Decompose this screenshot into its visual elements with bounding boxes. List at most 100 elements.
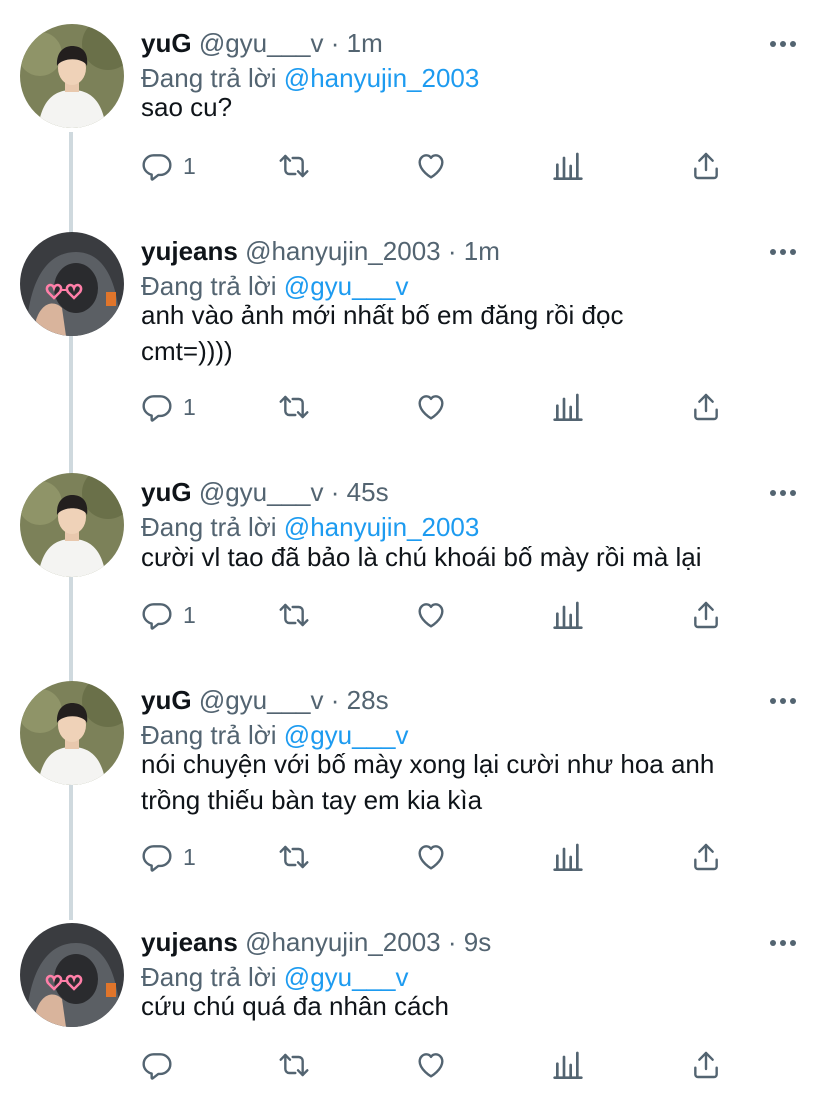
reply-count: 1 <box>183 393 196 420</box>
timestamp[interactable]: 28s <box>347 685 389 715</box>
more-icon[interactable] <box>770 487 804 499</box>
reply-button[interactable]: 1 <box>141 148 196 184</box>
share-button[interactable] <box>690 597 722 633</box>
tweet-actions <box>141 1047 781 1083</box>
reply-icon <box>141 599 173 631</box>
reply-button[interactable]: 1 <box>141 597 196 633</box>
analytics-button[interactable] <box>552 839 584 875</box>
reply-count: 1 <box>183 601 196 628</box>
reply-count: 1 <box>183 152 196 179</box>
separator: · <box>330 28 340 58</box>
display-name[interactable]: yuG <box>141 28 192 58</box>
tweet-text-line: cứu chú quá đa nhân cách <box>141 991 449 1021</box>
timestamp[interactable]: 9s <box>464 927 491 957</box>
more-icon[interactable] <box>770 38 804 50</box>
separator: · <box>330 685 340 715</box>
analytics-button[interactable] <box>552 1047 584 1083</box>
tweet-header: yujeans @hanyujin_2003 · 1m <box>141 236 500 266</box>
heart-icon <box>415 841 447 873</box>
display-name[interactable]: yuG <box>141 477 192 507</box>
like-button[interactable] <box>415 389 447 425</box>
tweet-text-line: nói chuyện với bố mày xong lại cười như … <box>141 749 715 779</box>
more-icon[interactable] <box>770 695 804 707</box>
analytics-button[interactable] <box>552 389 584 425</box>
reply-icon <box>141 841 173 873</box>
heart-icon <box>415 391 447 423</box>
avatar[interactable] <box>20 473 124 577</box>
tweet-actions: 1 <box>141 839 781 875</box>
analytics-icon <box>552 150 584 182</box>
like-button[interactable] <box>415 839 447 875</box>
analytics-icon <box>552 841 584 873</box>
more-icon[interactable] <box>770 937 804 949</box>
avatar[interactable] <box>20 24 124 128</box>
retweet-icon <box>278 841 310 873</box>
tweet-text-line: anh vào ảnh mới nhất bố em đăng rồi đọc <box>141 300 624 330</box>
share-button[interactable] <box>690 839 722 875</box>
separator: · <box>330 477 340 507</box>
share-icon <box>690 1049 722 1081</box>
retweet-icon <box>278 150 310 182</box>
tweet-actions: 1 <box>141 148 781 184</box>
timestamp[interactable]: 1m <box>464 236 500 266</box>
tweet-header: yuG @gyu___v · 45s <box>141 477 389 507</box>
like-button[interactable] <box>415 597 447 633</box>
avatar[interactable] <box>20 681 124 785</box>
retweet-button[interactable] <box>278 1047 310 1083</box>
retweet-button[interactable] <box>278 839 310 875</box>
timestamp[interactable]: 1m <box>347 28 383 58</box>
display-name[interactable]: yujeans <box>141 927 238 957</box>
user-handle[interactable]: @hanyujin_2003 <box>245 927 441 957</box>
reply-button[interactable]: 1 <box>141 839 196 875</box>
reply-icon <box>141 391 173 423</box>
retweet-button[interactable] <box>278 148 310 184</box>
replying-to-label: Đang trả lời <box>141 512 277 542</box>
analytics-icon <box>552 599 584 631</box>
retweet-icon <box>278 599 310 631</box>
reply-count: 1 <box>183 843 196 870</box>
tweet-header: yuG @gyu___v · 1m <box>141 28 383 58</box>
retweet-icon <box>278 1049 310 1081</box>
reply-button[interactable]: 1 <box>141 389 196 425</box>
share-icon <box>690 841 722 873</box>
reply-button[interactable] <box>141 1047 183 1083</box>
timestamp[interactable]: 45s <box>347 477 389 507</box>
display-name[interactable]: yujeans <box>141 236 238 266</box>
share-icon <box>690 599 722 631</box>
analytics-button[interactable] <box>552 148 584 184</box>
like-button[interactable] <box>415 148 447 184</box>
share-icon <box>690 391 722 423</box>
heart-icon <box>415 599 447 631</box>
user-handle[interactable]: @gyu___v <box>199 28 324 58</box>
tweet-text-line: sao cu? <box>141 92 233 122</box>
tweet-text-line: cười vl tao đã bảo là chú khoái bố mày r… <box>141 542 702 572</box>
retweet-icon <box>278 391 310 423</box>
heart-icon <box>415 150 447 182</box>
user-handle[interactable]: @gyu___v <box>199 477 324 507</box>
more-icon[interactable] <box>770 246 804 258</box>
share-button[interactable] <box>690 389 722 425</box>
user-handle[interactable]: @hanyujin_2003 <box>245 236 441 266</box>
display-name[interactable]: yuG <box>141 685 192 715</box>
analytics-icon <box>552 1049 584 1081</box>
tweet-text-line: trồng thiếu bàn tay em kia kìa <box>141 785 483 815</box>
separator: · <box>447 927 457 957</box>
like-button[interactable] <box>415 1047 447 1083</box>
user-handle[interactable]: @gyu___v <box>199 685 324 715</box>
share-button[interactable] <box>690 148 722 184</box>
tweet-header: yujeans @hanyujin_2003 · 9s <box>141 927 491 957</box>
reply-icon <box>141 150 173 182</box>
heart-icon <box>415 1049 447 1081</box>
separator: · <box>447 236 457 266</box>
avatar[interactable] <box>20 923 124 1027</box>
retweet-button[interactable] <box>278 597 310 633</box>
tweet-actions: 1 <box>141 597 781 633</box>
share-icon <box>690 150 722 182</box>
retweet-button[interactable] <box>278 389 310 425</box>
analytics-button[interactable] <box>552 597 584 633</box>
mention-link[interactable]: @hanyujin_2003 <box>284 512 480 542</box>
tweet-text-line: cmt=)))) <box>141 336 233 366</box>
share-button[interactable] <box>690 1047 722 1083</box>
tweet-actions: 1 <box>141 389 781 425</box>
avatar[interactable] <box>20 232 124 336</box>
